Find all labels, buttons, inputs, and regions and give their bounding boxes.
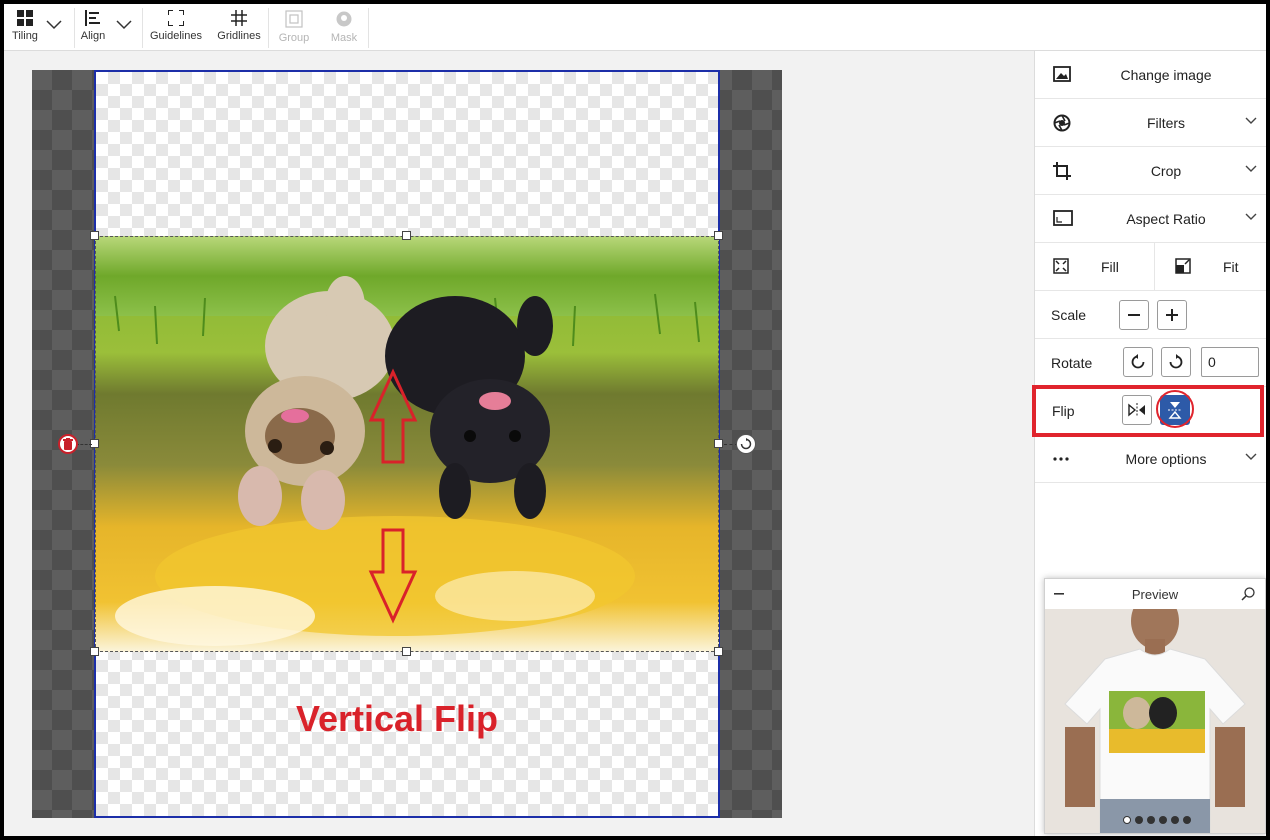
resize-handle-top-left[interactable]: [90, 231, 99, 240]
gridlines-button[interactable]: Gridlines: [214, 4, 264, 50]
scale-label: Scale: [1051, 307, 1087, 323]
mask-label: Mask: [330, 32, 358, 44]
align-button[interactable]: Align: [78, 4, 108, 50]
flip-horizontal-icon: [1128, 403, 1145, 417]
fit-icon: [1175, 258, 1191, 274]
align-dropdown-chevron-icon[interactable]: [116, 16, 132, 32]
flip-label: Flip: [1052, 403, 1075, 419]
tiling-dropdown-chevron-icon[interactable]: [46, 16, 62, 32]
rotate-right-button[interactable]: [1161, 347, 1191, 377]
minimize-icon[interactable]: [1054, 593, 1064, 595]
change-image-label: Change image: [1120, 66, 1212, 83]
crop-row[interactable]: Crop: [1035, 147, 1266, 195]
aspect-ratio-icon: [1053, 210, 1073, 226]
toolbar-divider: [142, 8, 143, 48]
guidelines-icon: [168, 10, 184, 26]
tshirt-mockup: [1045, 609, 1265, 833]
preview-title: Preview: [1131, 586, 1179, 602]
flip-horizontal-button[interactable]: [1122, 395, 1152, 425]
rotate-row: Rotate: [1035, 339, 1266, 387]
scale-down-button[interactable]: [1119, 300, 1149, 330]
minus-icon: [1128, 314, 1140, 316]
trash-icon: [63, 438, 73, 450]
dog-photo-image: [95, 236, 719, 652]
flip-vertical-highlight-circle: [1156, 390, 1194, 428]
plus-icon: [1166, 309, 1178, 321]
delete-element-button[interactable]: [58, 434, 78, 454]
aperture-filter-icon: [1053, 114, 1071, 132]
preview-page-dot-6[interactable]: [1183, 816, 1191, 824]
preview-page-dot-1[interactable]: [1123, 816, 1131, 824]
more-options-row[interactable]: More options: [1035, 435, 1266, 483]
resize-handle-top[interactable]: [402, 231, 411, 240]
filters-label: Filters: [1146, 114, 1186, 131]
fit-label: Fit: [1223, 259, 1239, 275]
flipped-dog-photo[interactable]: [95, 236, 719, 652]
rotate-clockwise-icon: [1169, 354, 1183, 369]
rotate-counterclockwise-icon: [1131, 354, 1145, 369]
align-icon: [85, 10, 100, 26]
vertical-flip-annotation: Vertical Flip: [295, 698, 499, 739]
crop-label: Crop: [1150, 162, 1182, 179]
tshirt-preview-image[interactable]: [1045, 609, 1265, 833]
toolbar: Tiling Align Guidelines Gridlines Group …: [4, 4, 1266, 51]
aspect-ratio-label: Aspect Ratio: [1126, 210, 1206, 227]
resize-handle-bottom[interactable]: [402, 647, 411, 656]
editor-window: Tiling Align Guidelines Gridlines Group …: [4, 4, 1266, 836]
preview-page-dot-3[interactable]: [1147, 816, 1155, 824]
rotate-handle-button[interactable]: [736, 434, 756, 454]
fill-button[interactable]: Fill: [1035, 243, 1155, 290]
resize-handle-right[interactable]: [714, 439, 723, 448]
toolbar-divider: [368, 8, 369, 48]
scale-up-button[interactable]: [1157, 300, 1187, 330]
aspect-ratio-row[interactable]: Aspect Ratio: [1035, 195, 1266, 243]
preview-window: Preview: [1044, 578, 1266, 834]
zoom-search-icon[interactable]: [1241, 587, 1255, 601]
filters-row[interactable]: Filters: [1035, 99, 1266, 147]
rotate-label: Rotate: [1051, 355, 1093, 371]
toolbar-divider: [74, 8, 75, 48]
preview-page-dot-2[interactable]: [1135, 816, 1143, 824]
resize-handle-bottom-left[interactable]: [90, 647, 99, 656]
chevron-down-icon: [1245, 117, 1257, 124]
resize-handle-bottom-right[interactable]: [714, 647, 723, 656]
rotate-angle-input[interactable]: [1201, 347, 1259, 377]
guidelines-button[interactable]: Guidelines: [148, 4, 204, 50]
mask-button[interactable]: Mask: [326, 4, 362, 50]
flip-row: Flip: [1032, 385, 1264, 437]
expand-fill-icon: [1053, 258, 1069, 274]
toolbar-divider: [268, 8, 269, 48]
group-icon: [285, 10, 303, 28]
crop-icon: [1053, 162, 1071, 180]
ellipsis-icon: [1053, 457, 1069, 461]
delete-connector: [76, 444, 92, 445]
rotate-clockwise-icon: [740, 438, 752, 450]
scale-row: Scale: [1035, 291, 1266, 339]
group-button[interactable]: Group: [274, 4, 314, 50]
chevron-down-icon: [1245, 453, 1257, 460]
more-options-label: More options: [1125, 450, 1207, 467]
chevron-down-icon: [1245, 213, 1257, 220]
guidelines-label: Guidelines: [150, 30, 202, 42]
fit-button[interactable]: Fit: [1155, 243, 1266, 290]
fill-label: Fill: [1101, 259, 1119, 275]
tiling-button[interactable]: Tiling: [8, 4, 42, 50]
preview-page-dot-4[interactable]: [1159, 816, 1167, 824]
gridlines-label: Gridlines: [217, 30, 261, 42]
fill-fit-row: Fill Fit: [1035, 243, 1266, 291]
change-image-row[interactable]: Change image: [1035, 51, 1266, 99]
mask-icon: [336, 11, 352, 27]
gridlines-icon: [231, 10, 247, 26]
align-label: Align: [80, 30, 106, 42]
resize-handle-top-right[interactable]: [714, 231, 723, 240]
image-icon: [1053, 66, 1071, 82]
chevron-down-icon: [1245, 165, 1257, 172]
preview-header: Preview: [1045, 579, 1265, 609]
rotate-left-button[interactable]: [1123, 347, 1153, 377]
group-label: Group: [278, 32, 310, 44]
tiling-label: Tiling: [12, 30, 38, 42]
tiling-icon: [17, 10, 33, 26]
preview-page-dot-5[interactable]: [1171, 816, 1179, 824]
